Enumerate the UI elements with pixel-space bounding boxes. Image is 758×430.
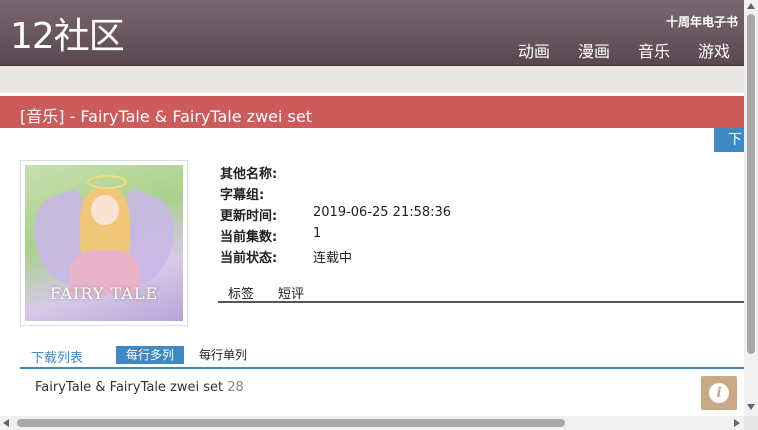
scroll-right-arrow[interactable] (734, 419, 740, 427)
download-item[interactable]: FairyTale & FairyTale zwei set 28 (35, 380, 244, 395)
info-button[interactable]: i (701, 376, 737, 410)
title-bar: [音乐] - FairyTale & FairyTale zwei set (0, 96, 744, 128)
scrollbar-corner (744, 416, 758, 430)
nav-item-anime[interactable]: 动画 (504, 38, 564, 62)
cover-image: FAIRY TALE (20, 160, 188, 326)
info-icon: i (709, 383, 729, 403)
horizontal-scrollbar[interactable] (0, 416, 744, 430)
nav-item-music[interactable]: 音乐 (624, 38, 684, 62)
download-list-header: 下载列表 每行多列 每行单列 (20, 345, 744, 369)
main-nav: 动画 漫画 音乐 游戏 (504, 38, 744, 62)
cover-artwork: FAIRY TALE (25, 165, 183, 321)
info-label: 当前状态: (220, 251, 278, 266)
info-label: 当前集数: (220, 230, 278, 245)
info-value: 2019-06-25 21:58:36 (313, 205, 452, 220)
sub-bar (0, 66, 744, 93)
info-value: 1 (313, 226, 322, 241)
cover-caption: FAIRY TALE (49, 284, 159, 303)
vertical-scroll-thumb[interactable] (747, 14, 755, 354)
info-label: 字幕组: (220, 188, 265, 203)
vertical-scrollbar[interactable] (744, 0, 758, 416)
scroll-down-arrow[interactable] (747, 404, 755, 410)
nav-item-manga[interactable]: 漫画 (564, 38, 624, 62)
horizontal-scroll-thumb[interactable] (17, 419, 565, 427)
nav-item-game[interactable]: 游戏 (684, 38, 744, 62)
download-tab[interactable]: 下 (714, 128, 744, 152)
scroll-left-arrow[interactable] (3, 419, 9, 427)
scroll-up-arrow[interactable] (747, 3, 755, 9)
download-item-name[interactable]: FairyTale & FairyTale zwei set (35, 380, 223, 395)
mode-multi-button[interactable]: 每行多列 (116, 346, 185, 364)
site-logo[interactable]: 12社区 (10, 15, 125, 59)
tab-tags[interactable]: 标签 (228, 283, 254, 302)
download-item-size: 28 (227, 380, 244, 395)
info-label: 其他名称: (220, 167, 278, 182)
ebook-link[interactable]: 十周年电子书 (666, 13, 738, 30)
download-list-title[interactable]: 下载列表 (31, 347, 83, 366)
info-label: 更新时间: (220, 209, 278, 224)
page-title: [音乐] - FairyTale & FairyTale zwei set (20, 107, 312, 126)
detail-tabs: 标签 短评 (218, 281, 744, 303)
site-header: 12社区 十周年电子书 动画 漫画 音乐 游戏 (0, 0, 744, 66)
info-value: 连载中 (313, 251, 353, 266)
mode-single-button[interactable]: 每行单列 (189, 346, 257, 364)
tab-comments[interactable]: 短评 (278, 283, 304, 302)
